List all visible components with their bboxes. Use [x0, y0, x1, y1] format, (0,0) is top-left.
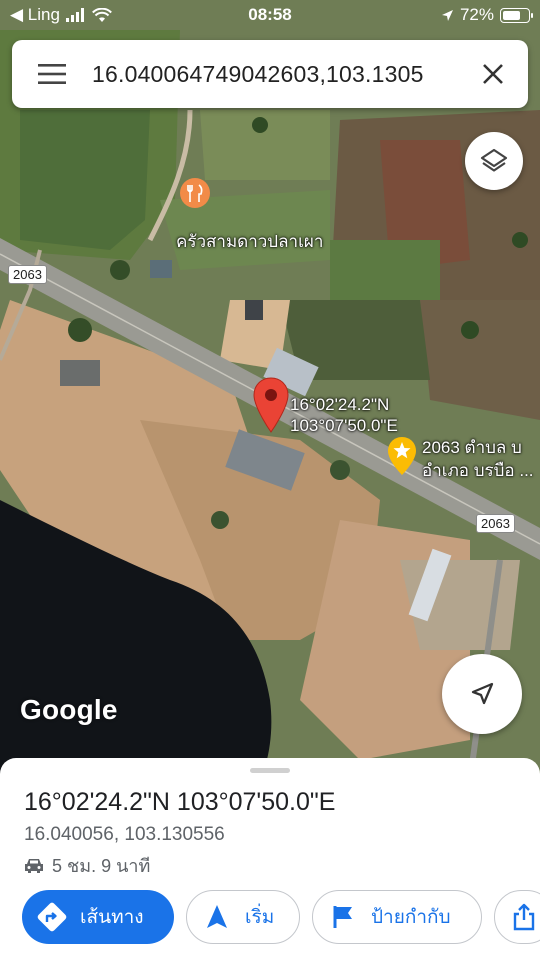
place-decimal-coords: 16.040056, 103.130556 [24, 824, 225, 845]
restaurant-label[interactable]: ครัวสามดาวปลาเผา [176, 228, 323, 255]
layers-icon [480, 148, 508, 172]
place-title: 16°02'24.2"N 103°07'50.0"E [24, 788, 336, 816]
my-location-button[interactable] [442, 654, 522, 734]
search-query[interactable]: 16.040064749042603,103.1305 [92, 61, 458, 88]
saved-place-line1: 2063 ตำบล บ [422, 438, 522, 457]
saved-place-label[interactable]: 2063 ตำบล บ อำเภอ บรบือ ... [422, 436, 534, 482]
route-shield-2: 2063 [476, 514, 515, 533]
menu-icon [38, 64, 66, 84]
start-button[interactable]: เริ่ม [186, 890, 300, 944]
drive-time-row: 5 ชม. 9 นาที [24, 851, 150, 880]
battery-icon [500, 7, 533, 23]
label-button[interactable]: ป้ายกำกับ [312, 890, 482, 944]
map-pin-icon[interactable] [252, 376, 290, 434]
menu-button[interactable] [12, 40, 92, 108]
status-right: 72% [441, 5, 533, 25]
share-icon [513, 903, 535, 931]
label-label: ป้ายกำกับ [371, 907, 451, 928]
star-icon[interactable] [387, 436, 417, 476]
close-icon [483, 64, 503, 84]
clear-search-button[interactable] [458, 40, 528, 108]
location-arrow-icon [441, 9, 453, 21]
flag-icon [325, 899, 361, 935]
directions-icon [34, 899, 70, 935]
locate-icon [471, 682, 494, 705]
battery-percent: 72% [459, 5, 494, 24]
directions-label: เส้นทาง [80, 907, 144, 928]
pin-lng: 103°07'50.0"E [290, 416, 398, 435]
navigation-icon [199, 899, 235, 935]
status-bar: ◀ Ling 08:58 72% [0, 0, 540, 32]
car-icon [25, 859, 43, 873]
share-button[interactable] [494, 890, 540, 944]
search-bar[interactable]: 16.040064749042603,103.1305 [12, 40, 528, 108]
restaurant-icon[interactable] [178, 176, 212, 210]
layers-button[interactable] [465, 132, 523, 190]
pin-coordinate-label: 16°02'24.2"N 103°07'50.0"E [290, 394, 398, 436]
pin-lat: 16°02'24.2"N [290, 395, 390, 414]
start-label: เริ่ม [245, 907, 275, 928]
action-buttons: เส้นทาง เริ่ม ป้ายกำกับ [22, 890, 540, 944]
drive-time: 5 ชม. 9 นาที [52, 856, 151, 876]
directions-button[interactable]: เส้นทาง [22, 890, 174, 944]
route-shield-1: 2063 [8, 265, 47, 284]
saved-place-line2: อำเภอ บรบือ ... [422, 461, 534, 480]
drag-handle[interactable] [250, 768, 290, 773]
place-bottom-sheet[interactable]: 16°02'24.2"N 103°07'50.0"E 16.040056, 10… [0, 758, 540, 960]
google-logo: Google [20, 694, 118, 725]
